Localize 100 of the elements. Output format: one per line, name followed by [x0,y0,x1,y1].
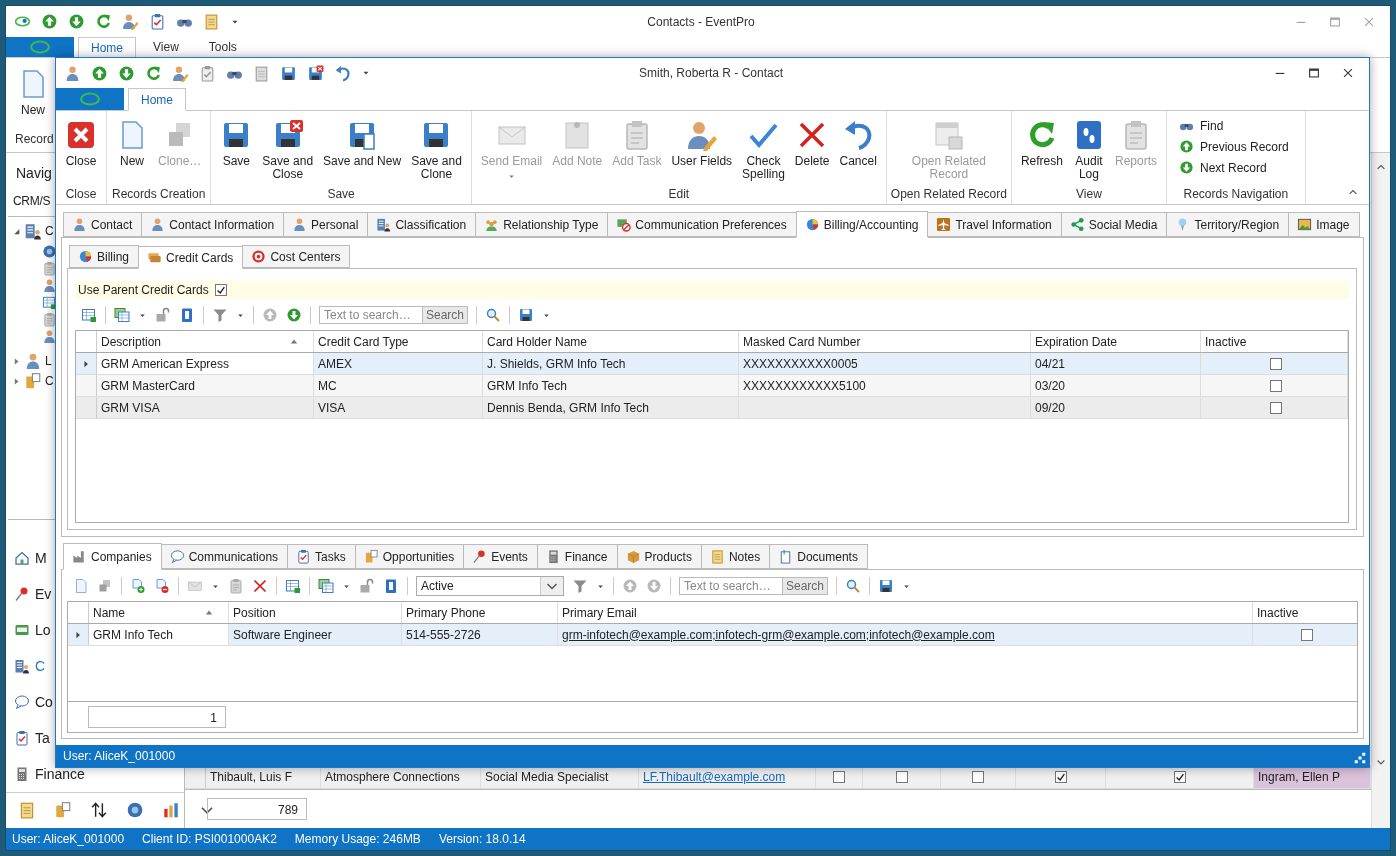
nav-item[interactable]: C [35,657,46,674]
refresh-icon[interactable] [95,13,112,30]
ribbon-tab[interactable]: Home [78,37,136,58]
tab[interactable]: Communications [160,544,289,569]
clipboard-check-icon[interactable] [149,13,166,30]
notepad-icon[interactable] [18,801,36,820]
checkbox[interactable] [833,771,845,783]
tab[interactable]: Billing [69,245,139,268]
down-arrow-circle-icon[interactable] [286,307,302,323]
checkbox[interactable] [1270,379,1282,392]
nav-item[interactable]: Lo [35,621,51,638]
table-row[interactable]: GRM American Express AMEX J. Shields, GRM Info Tech XXXXXXXXXXX0005 04/21 [76,353,1348,375]
undo-icon[interactable] [334,64,351,82]
tab[interactable]: Companies [63,543,162,570]
tab[interactable]: Contact [63,212,143,237]
remove-document-icon[interactable] [154,578,170,594]
filter-icon[interactable] [572,578,588,594]
ribbon-button[interactable]: Audit Log [1067,117,1110,183]
columns-icon[interactable] [114,307,130,323]
up-arrow-circle-icon[interactable] [91,64,108,82]
tab[interactable]: Relationship Type [475,212,609,237]
grid-icon[interactable] [81,307,97,323]
person-icon[interactable] [64,64,81,82]
collapsed-arrow-icon[interactable] [12,376,21,386]
person-pencil-icon[interactable] [172,64,189,82]
maximize-icon[interactable] [1307,66,1321,80]
tab[interactable]: Credit Cards [138,246,244,269]
tab[interactable]: Cost Centers [242,245,351,268]
nav-item[interactable]: Co [35,693,53,710]
status-dropdown[interactable]: Active [416,576,564,596]
cubes-icon[interactable] [97,578,113,594]
clipboard-check-icon[interactable] [199,64,216,82]
ribbon-button[interactable]: Refresh [1015,117,1068,170]
tab[interactable]: Contact Information [141,212,285,237]
clipboard-icon[interactable] [228,578,244,594]
address-book-icon[interactable] [383,578,399,594]
ribbon-button[interactable]: Close [60,117,102,170]
add-document-icon[interactable] [130,578,146,594]
tab[interactable]: Products [616,544,702,569]
ribbon-tab[interactable]: Home [128,88,186,111]
search-button[interactable]: Search [422,306,469,324]
coins-icon[interactable] [54,801,72,820]
scrollbar[interactable] [1371,153,1390,828]
nav-item[interactable]: M [35,549,47,566]
tab[interactable]: Image [1288,212,1360,237]
save-icon[interactable] [280,64,297,82]
address-book-icon[interactable] [179,307,195,323]
tab[interactable]: Communication Preferences [607,212,797,237]
nav-item[interactable]: Finance [35,765,85,782]
save-icon[interactable] [518,307,535,323]
down-arrow-circle-icon[interactable] [118,64,135,82]
tab[interactable]: Social Media [1060,212,1168,237]
logo-icon[interactable] [14,13,31,30]
ribbon-button[interactable]: Cancel [834,117,882,170]
table-row[interactable]: GRM VISA VISA Dennis Benda, GRM Info Tech 09/20 [76,397,1348,419]
tab[interactable]: Billing/Accounting [795,211,929,238]
tree-item[interactable]: C [45,374,54,389]
ribbon-button[interactable]: Save and New [318,117,407,170]
ribbon-tab[interactable]: Tools [195,37,250,57]
new-button[interactable]: New [12,66,54,119]
bar-chart-icon[interactable] [162,801,180,820]
collapsed-arrow-icon[interactable] [12,356,21,366]
search-field[interactable]: Text to search… [679,577,783,595]
search-button[interactable]: Search [782,577,829,595]
filter-icon[interactable] [212,307,228,323]
tab[interactable]: Travel Information [927,212,1062,237]
ribbon-button[interactable]: Delete [789,117,835,170]
ribbon-tab[interactable]: View [140,37,192,57]
ribbon-button[interactable]: Save and Clone [406,117,467,183]
person-pencil-icon[interactable] [122,13,139,30]
nav-item[interactable]: Ev [35,585,52,602]
delete-icon[interactable] [252,578,268,594]
tab[interactable]: Notes [700,544,771,569]
ribbon-button[interactable]: Find [1177,117,1226,134]
columns-icon[interactable] [318,578,334,594]
checkbox[interactable] [1054,771,1067,783]
tab[interactable]: Territory/Region [1166,212,1290,237]
refresh-icon[interactable] [145,64,162,82]
tree-item[interactable]: C [45,224,54,239]
ribbon-button[interactable]: User Fields [666,117,738,170]
checkbox[interactable] [1270,357,1282,370]
tab[interactable]: Tasks [287,544,356,569]
email-link[interactable]: grm-infotech@example.com;infotech-grm@example.com;infotech@example.com [562,627,995,642]
ribbon-button[interactable]: Save [215,117,258,170]
ribbon-button[interactable]: Previous Record [1177,138,1291,155]
save-icon[interactable] [878,578,895,594]
notepad-icon[interactable] [203,13,220,30]
down-arrow-circle-icon[interactable] [68,13,85,30]
up-arrow-circle-icon[interactable] [41,13,58,30]
globe-icon[interactable] [126,801,144,820]
search-field[interactable]: Text to search… [319,306,423,324]
ribbon-button[interactable]: Next Record [1177,159,1269,176]
padlock-icon[interactable] [359,578,375,594]
checkbox[interactable] [895,771,908,783]
nav-item[interactable]: Ta [35,729,50,746]
tab[interactable]: Finance [536,544,618,569]
ribbon-button[interactable]: New [111,117,153,170]
table-row[interactable]: GRM Info Tech Software Engineer 514-555-2726 grm-infotech@example.com;infotech-grm@example.com;infotech@example.com [68,624,1357,646]
tab[interactable]: Documents [769,544,868,569]
table-row[interactable]: GRM MasterCard MC GRM Info Tech XXXXXXXXXXXX5100 03/20 [76,375,1348,397]
